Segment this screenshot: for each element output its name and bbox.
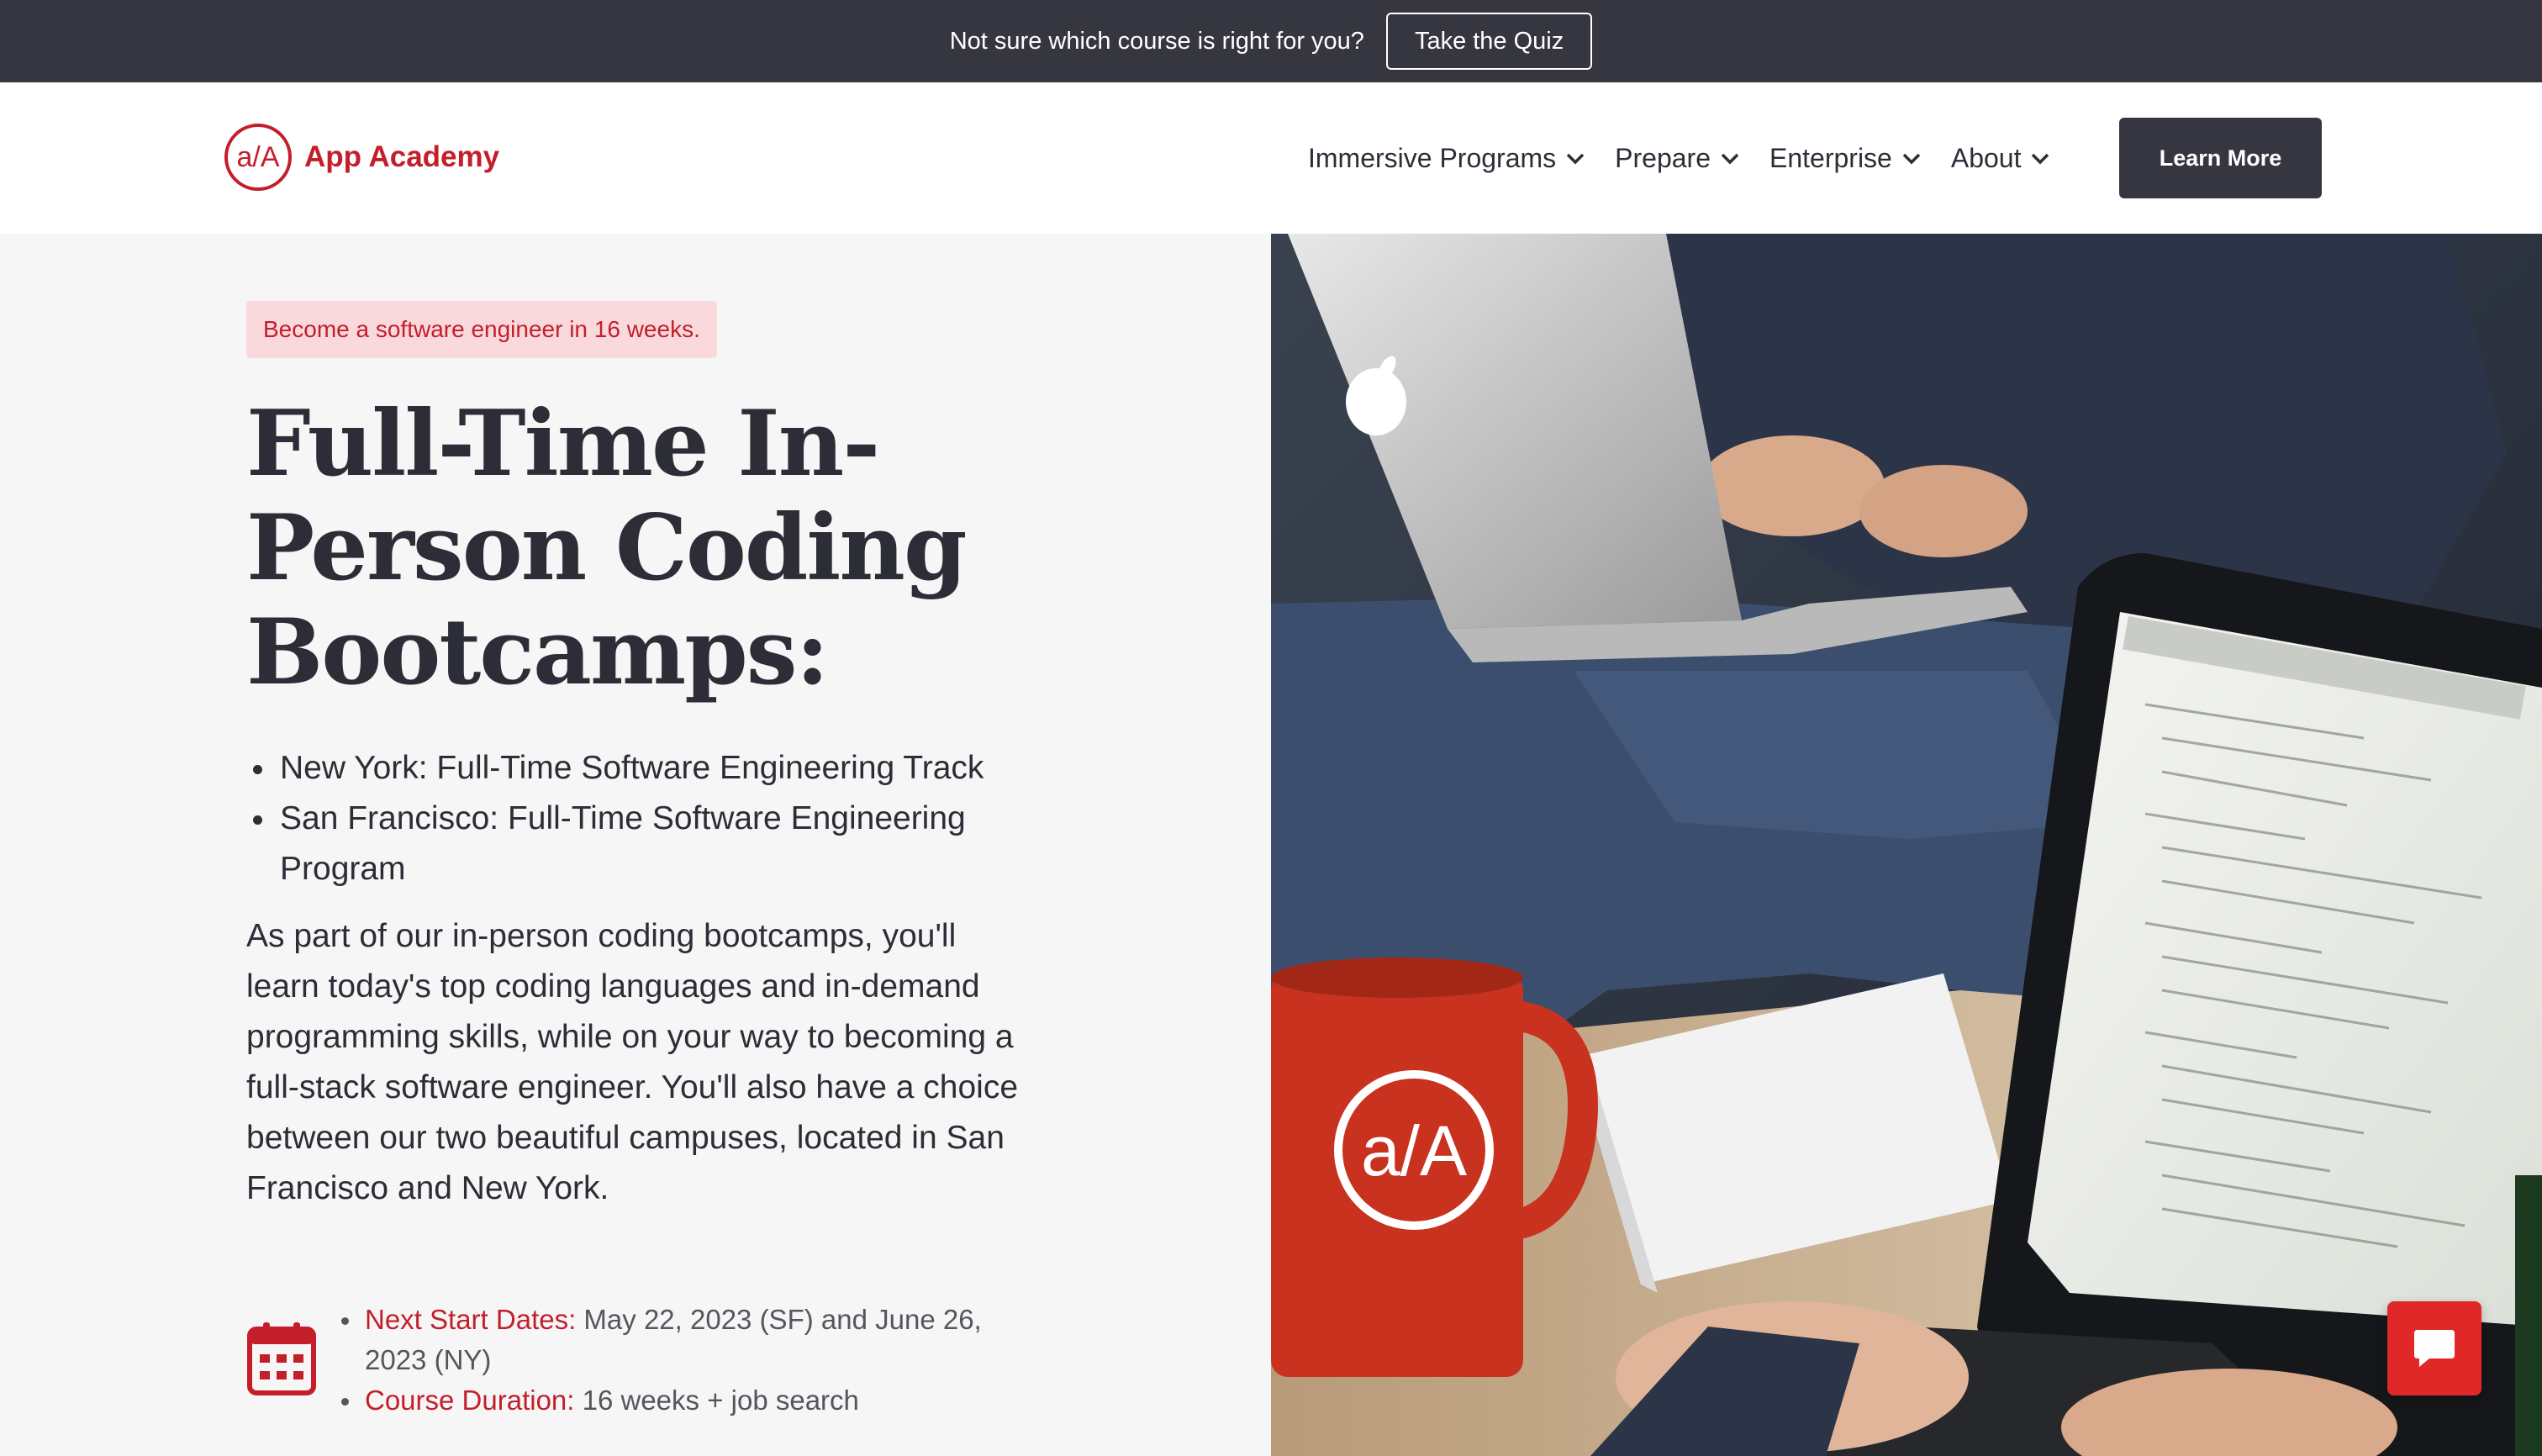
hero-content: Become a software engineer in 16 weeks. … bbox=[0, 234, 1271, 1456]
nav-item-label: Prepare bbox=[1615, 143, 1711, 173]
track-item-new-york: New York: Full-Time Software Engineering… bbox=[246, 743, 1053, 794]
program-description: As part of our in-person coding bootcamp… bbox=[246, 918, 1019, 1206]
chevron-down-icon bbox=[2032, 153, 2049, 164]
fact-start-dates: Next Start Dates: May 22, 2023 (SF) and … bbox=[340, 1300, 1029, 1380]
logo-mark-text: a/A bbox=[236, 141, 279, 173]
fact-value: 16 weeks + job search bbox=[574, 1385, 859, 1416]
mug-logo-text: a/A bbox=[1361, 1111, 1467, 1190]
nav-about[interactable]: About bbox=[1951, 143, 2050, 174]
nav-item-label: About bbox=[1950, 143, 2022, 173]
chevron-down-icon bbox=[1902, 153, 1921, 164]
announcement-bar: Not sure which course is right for you? … bbox=[0, 0, 2542, 82]
eyebrow-badge: Become a software engineer in 16 weeks. bbox=[246, 301, 717, 358]
announcement-text: Not sure which course is right for you? bbox=[949, 27, 1364, 55]
logo-link[interactable]: a/A App Academy bbox=[224, 123, 499, 192]
logo-text: App Academy bbox=[304, 140, 500, 173]
site-header: a/A App Academy Immersive Programs Prepa… bbox=[0, 82, 2542, 234]
nav-prepare[interactable]: Prepare bbox=[1615, 143, 1739, 174]
page-title: Full-Time In- Person Coding Bootcamps: bbox=[246, 392, 1087, 704]
nav-immersive-programs[interactable]: Immersive Programs bbox=[1308, 143, 1585, 174]
main-nav: Immersive Programs Prepare Enterprise Ab… bbox=[1308, 143, 2080, 174]
program-tracks-list: New York: Full-Time Software Engineering… bbox=[246, 743, 1053, 894]
take-quiz-button[interactable]: Take the Quiz bbox=[1385, 13, 1593, 70]
learn-more-button[interactable]: Learn More bbox=[2119, 118, 2322, 198]
title-line: Bootcamps: bbox=[246, 599, 829, 705]
nav-enterprise[interactable]: Enterprise bbox=[1769, 143, 1921, 174]
nav-item-label: Immersive Programs bbox=[1308, 143, 1557, 173]
title-line: Person Coding bbox=[246, 495, 967, 601]
chat-button[interactable] bbox=[2387, 1301, 2481, 1395]
nav-item-label: Enterprise bbox=[1769, 143, 1892, 173]
fact-course-duration: Course Duration: 16 weeks + job search bbox=[340, 1380, 1029, 1421]
title-line: Full-Time In- bbox=[246, 391, 880, 497]
fact-label: Course Duration: bbox=[365, 1385, 575, 1416]
app-academy-logo-icon: a/A bbox=[224, 124, 292, 191]
chevron-down-icon bbox=[1566, 153, 1585, 164]
track-item-san-francisco: San Francisco: Full-Time Software Engine… bbox=[246, 794, 1053, 894]
course-facts-list: Next Start Dates: May 22, 2023 (SF) and … bbox=[340, 1300, 1029, 1421]
calendar-icon bbox=[247, 1322, 316, 1395]
hero-photo-illustration: a/A bbox=[1271, 234, 2542, 1456]
fact-label: Next Start Dates: bbox=[365, 1304, 577, 1335]
chat-bubble-icon bbox=[2414, 1330, 2455, 1367]
chevron-down-icon bbox=[1721, 153, 1739, 164]
hero-photo: a/A bbox=[1271, 234, 2542, 1456]
